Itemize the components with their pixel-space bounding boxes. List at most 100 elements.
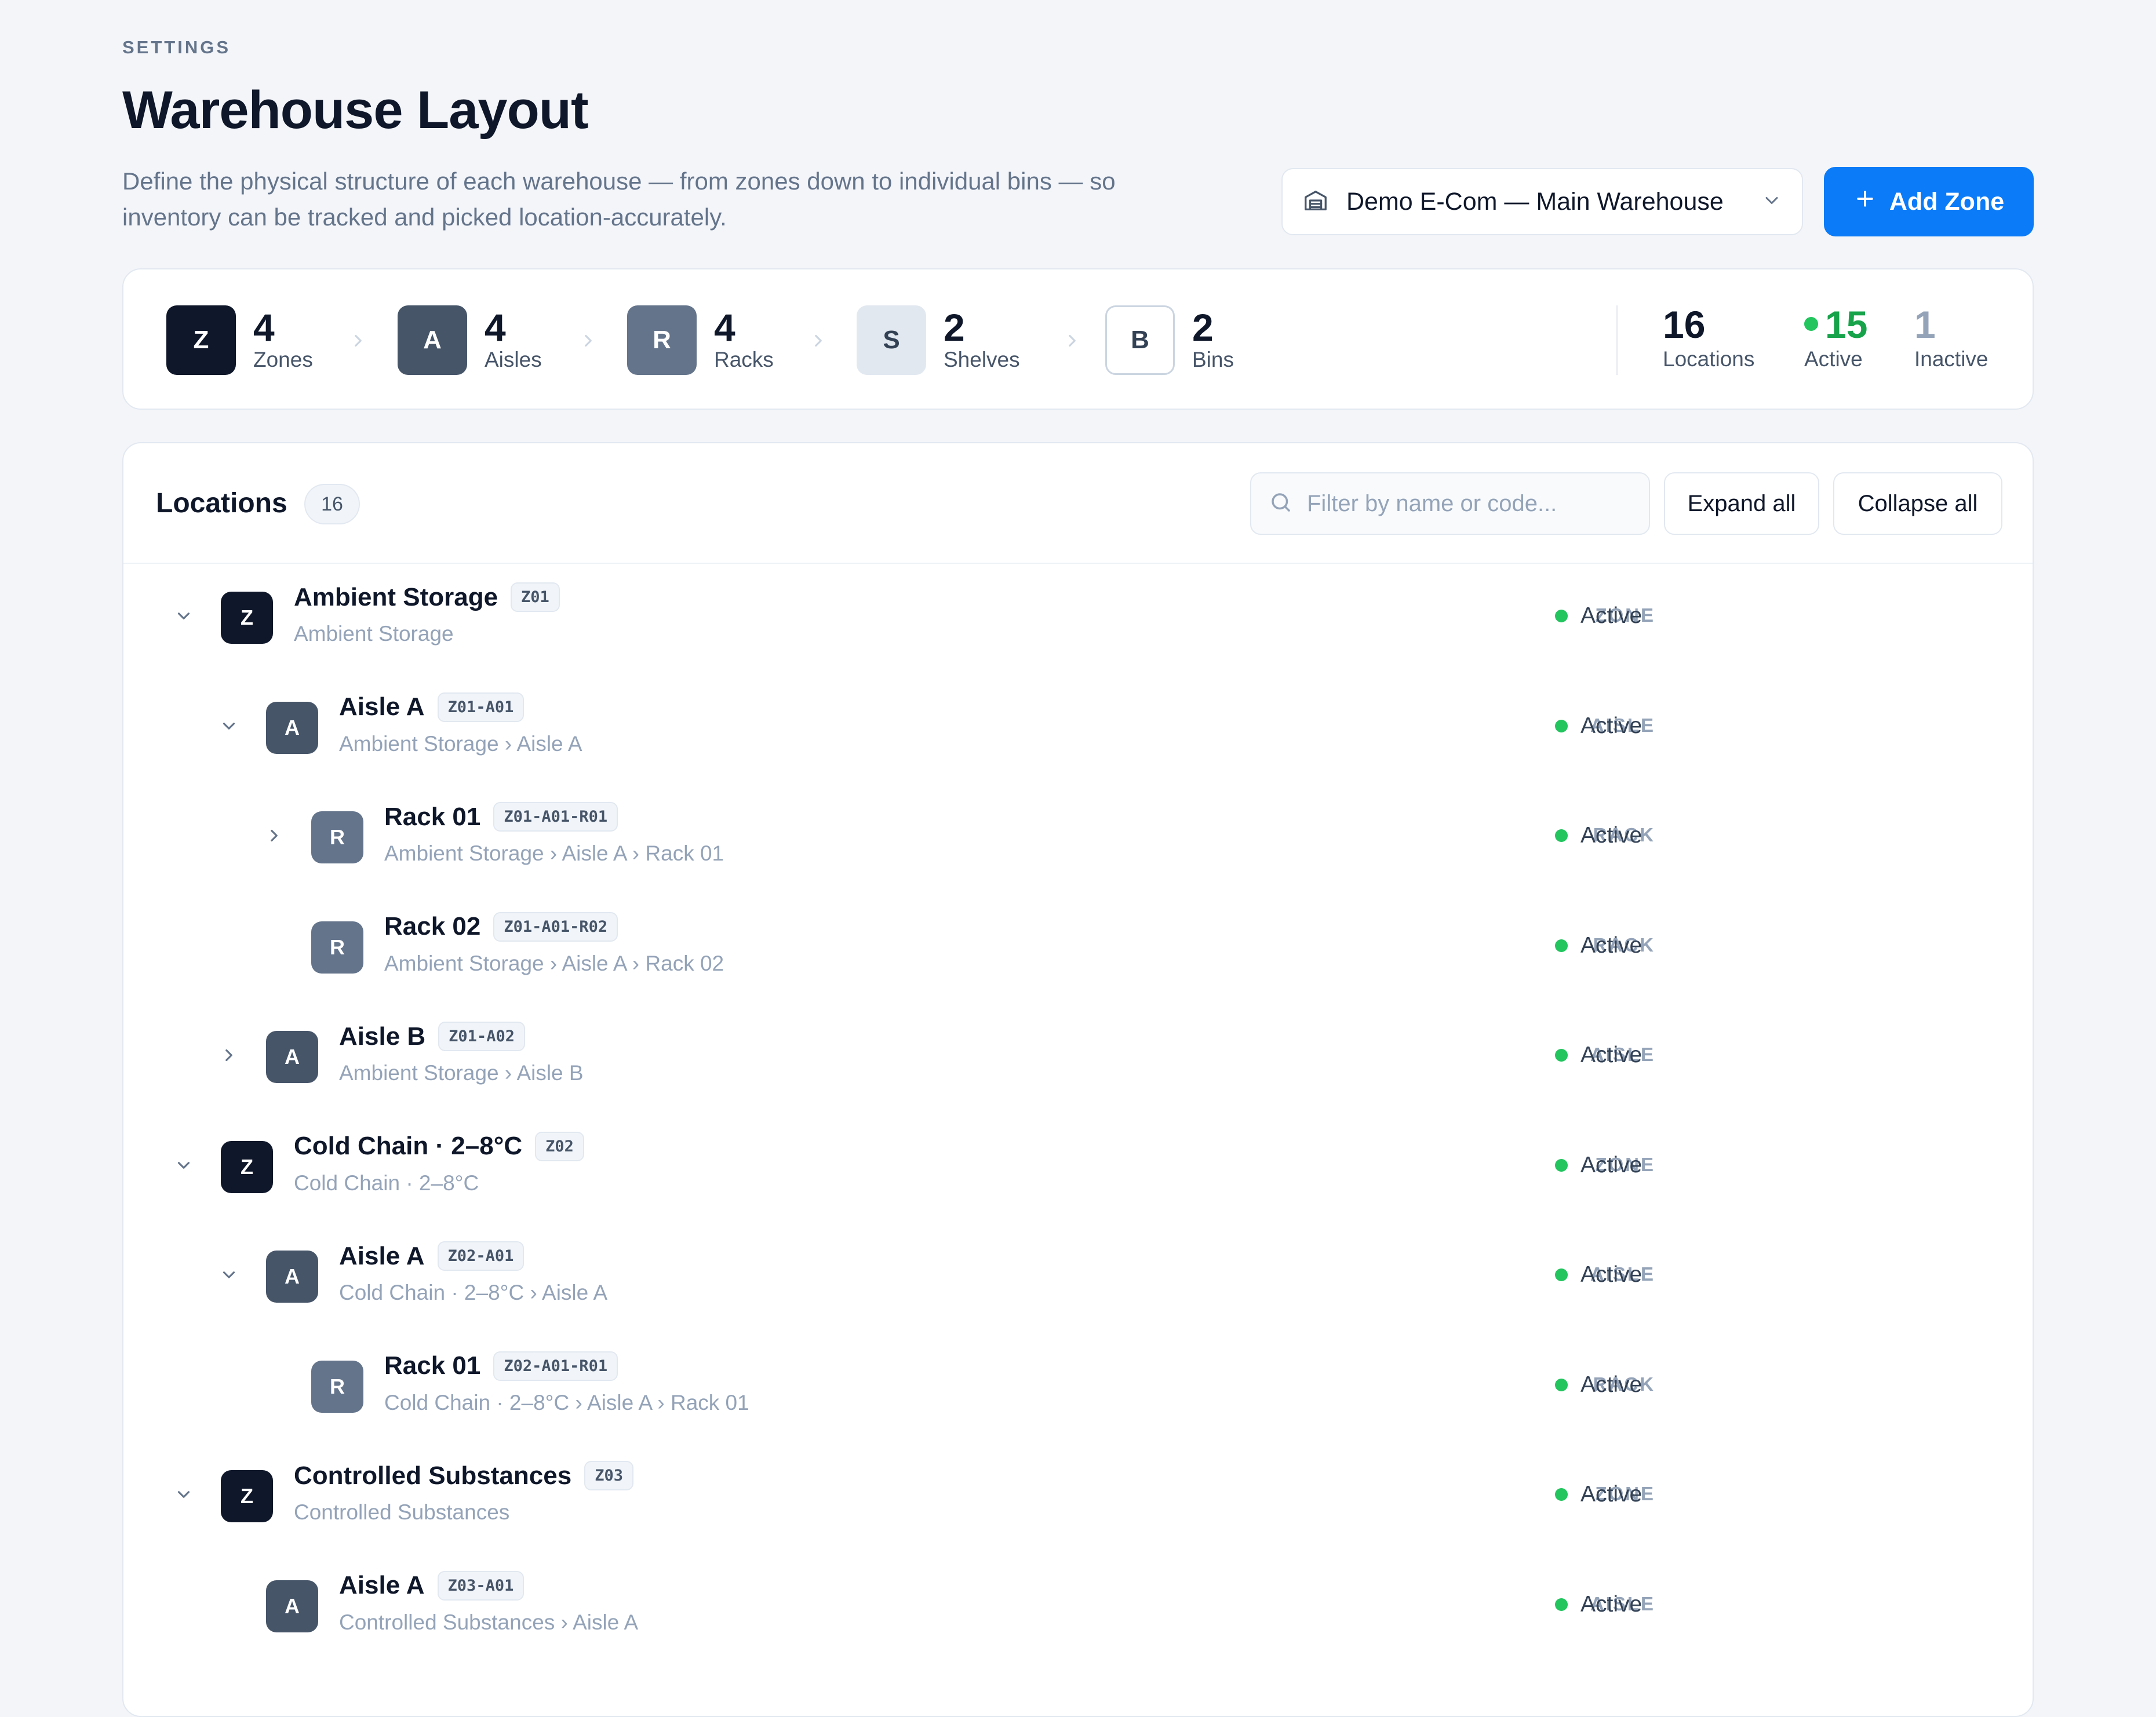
location-path: Controlled Substances <box>294 1500 510 1524</box>
stat-shelves: S 2 Shelves <box>857 305 1020 375</box>
location-code: Z01-A02 <box>438 1022 525 1051</box>
status-dot <box>1555 829 1568 842</box>
location-name-group: Ambient Storage Z01 <box>294 582 560 612</box>
location-name-group: Aisle B Z01-A02 <box>339 1022 525 1051</box>
chevron-down-icon[interactable] <box>217 1263 241 1286</box>
expand-all-button[interactable]: Expand all <box>1664 472 1819 535</box>
location-row[interactable]: A Aisle A Z02-A01 Cold Chain · 2–8°C › Aisl… <box>123 1222 2033 1331</box>
location-code: Z01-A01-R02 <box>493 912 618 942</box>
location-type-badge: A <box>266 1031 318 1083</box>
chevron-right-icon <box>578 331 598 353</box>
filter-field[interactable] <box>1250 472 1650 535</box>
location-row[interactable]: R Rack 01 Z01-A01-R01 Ambient Storage › Ais… <box>123 782 2033 892</box>
location-row[interactable]: A Aisle B Z01-A02 Ambient Storage › Aisle B… <box>123 1002 2033 1111</box>
location-name-group: Aisle A Z02-A01 <box>339 1241 525 1271</box>
location-name-group: Rack 02 Z01-A01-R02 <box>384 912 618 942</box>
warehouse-select[interactable]: Demo E-Com — Main Warehouse <box>1281 168 1803 235</box>
aisle-badge: A <box>398 305 467 375</box>
location-path: Ambient Storage › Aisle A <box>339 731 582 756</box>
status-dot <box>1555 1488 1568 1501</box>
bin-badge: B <box>1105 305 1175 375</box>
status-label: Active <box>1580 1591 1643 1617</box>
location-type-badge: A <box>266 1251 318 1303</box>
rack-badge: R <box>627 305 697 375</box>
status-label: Active <box>1580 1262 1643 1287</box>
shelf-badge: S <box>857 305 926 375</box>
location-row[interactable]: Z Ambient Storage Z01 Ambient Storage ZONE Ac… <box>123 563 2033 672</box>
status-badge: Active <box>1555 1042 1642 1068</box>
chevron-right-icon[interactable] <box>263 824 286 847</box>
warehouse-icon <box>1302 187 1329 217</box>
status-label: Active <box>1580 603 1643 628</box>
status-label: Active <box>1580 1152 1643 1178</box>
location-path: Cold Chain · 2–8°C › Aisle A › Rack 01 <box>384 1390 749 1415</box>
stat-count: 2 <box>1192 306 1214 349</box>
summary-count: 15 <box>1825 303 1868 346</box>
location-row[interactable]: A Aisle A Z03-A01 Controlled Substances › A… <box>123 1551 2033 1661</box>
status-badge: Active <box>1555 1153 1642 1178</box>
location-path: Ambient Storage › Aisle A › Rack 01 <box>384 841 724 865</box>
location-path: Ambient Storage <box>294 622 454 646</box>
location-row[interactable]: R Rack 02 Z01-A01-R02 Ambient Storage › Ais… <box>123 892 2033 1002</box>
summary-label: Inactive <box>1914 347 1989 371</box>
chevron-down-icon[interactable] <box>172 1483 195 1506</box>
location-path: Controlled Substances › Aisle A <box>339 1610 639 1634</box>
status-badge: Active <box>1555 1482 1642 1507</box>
status-badge: Active <box>1555 1262 1642 1288</box>
location-name-group: Controlled Substances Z03 <box>294 1461 633 1490</box>
location-name: Rack 01 <box>384 1351 481 1380</box>
summary-inactive: 1 Inactive <box>1914 305 1989 371</box>
chevron-down-icon[interactable] <box>172 604 195 628</box>
stat-count: 4 <box>485 306 506 349</box>
summary-count: 16 <box>1663 303 1706 346</box>
location-path: Cold Chain · 2–8°C <box>294 1171 479 1195</box>
status-dot <box>1555 1378 1568 1391</box>
locations-card: Locations 16 Expand all Collapse all Z Am… <box>122 442 2034 1717</box>
location-type-badge: R <box>311 811 363 863</box>
stat-count: 2 <box>944 306 965 349</box>
chevron-down-icon[interactable] <box>172 1154 195 1177</box>
plus-icon <box>1853 187 1877 217</box>
stat-racks: R 4 Racks <box>627 305 774 375</box>
stats-divider <box>1616 305 1618 375</box>
location-code: Z03 <box>584 1461 633 1490</box>
zone-badge: Z <box>166 305 236 375</box>
stat-label: Bins <box>1192 348 1234 371</box>
location-type-badge: Z <box>221 592 273 644</box>
location-row[interactable]: R Rack 01 Z02-A01-R01 Cold Chain · 2–8°C › … <box>123 1332 2033 1441</box>
location-row[interactable]: Z Controlled Substances Z03 Controlled Subs… <box>123 1441 2033 1551</box>
add-zone-button[interactable]: Add Zone <box>1824 167 2034 236</box>
location-name: Aisle A <box>339 1571 425 1599</box>
stat-label: Racks <box>714 348 774 371</box>
chevron-down-icon[interactable] <box>217 714 241 738</box>
location-path: Cold Chain · 2–8°C › Aisle A <box>339 1281 608 1304</box>
location-code: Z02 <box>535 1131 584 1161</box>
location-name: Aisle B <box>339 1022 426 1051</box>
summary-label: Active <box>1804 347 1863 371</box>
status-badge: Active <box>1555 713 1642 739</box>
status-label: Active <box>1580 713 1643 738</box>
locations-count-badge: 16 <box>304 484 360 524</box>
location-type-badge: A <box>266 701 318 754</box>
location-row[interactable]: Z Cold Chain · 2–8°C Z02 Cold Chain · 2–8°C… <box>123 1112 2033 1222</box>
status-dot <box>1555 1158 1568 1172</box>
chevron-down-icon <box>1761 190 1782 214</box>
status-dot <box>1555 1598 1568 1611</box>
stat-zones: Z 4 Zones <box>166 305 313 375</box>
location-type-badge: R <box>311 1360 363 1413</box>
location-name: Cold Chain · 2–8°C <box>294 1132 523 1160</box>
status-dot <box>1555 719 1568 732</box>
add-zone-label: Add Zone <box>1889 187 2005 216</box>
status-badge: Active <box>1555 823 1642 848</box>
search-icon <box>1269 490 1293 517</box>
location-code: Z01-A01 <box>437 692 525 722</box>
location-row[interactable]: A Aisle A Z01-A01 Ambient Storage › Aisle A… <box>123 673 2033 782</box>
page-title: Warehouse Layout <box>122 81 589 140</box>
chevron-right-icon[interactable] <box>217 1044 241 1067</box>
filter-input[interactable] <box>1306 490 1631 517</box>
collapse-all-button[interactable]: Collapse all <box>1833 472 2002 535</box>
stat-count: 4 <box>714 306 735 349</box>
location-name: Controlled Substances <box>294 1461 572 1490</box>
stat-count: 4 <box>253 306 275 349</box>
location-name-group: Aisle A Z01-A01 <box>339 692 525 722</box>
